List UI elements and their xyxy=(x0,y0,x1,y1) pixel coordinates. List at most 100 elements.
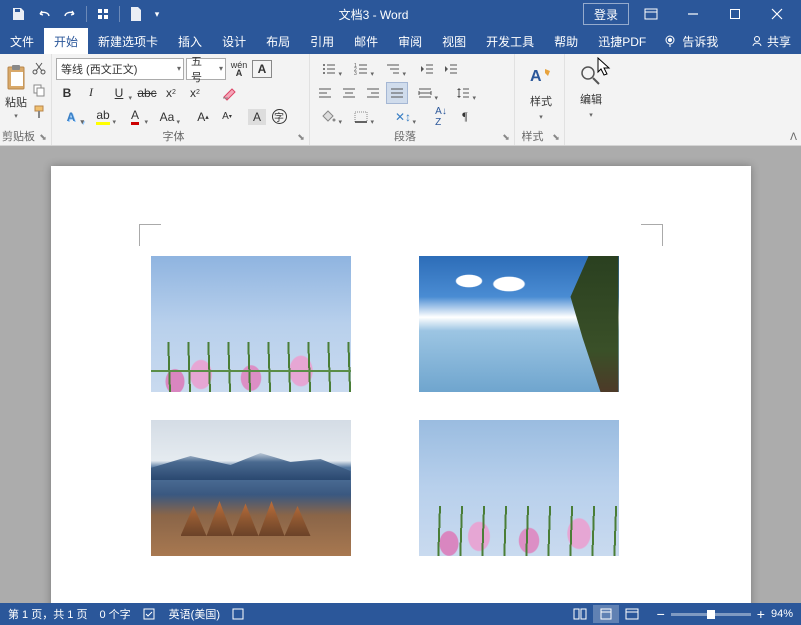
styles-launcher[interactable]: ⬊ xyxy=(550,131,562,143)
paragraph-launcher[interactable]: ⬊ xyxy=(500,131,512,143)
font-name-combo[interactable]: 等线 (西文正文) xyxy=(56,58,184,80)
tab-developer[interactable]: 开发工具 xyxy=(476,28,544,54)
print-layout-button[interactable] xyxy=(593,605,619,623)
italic-button[interactable]: I xyxy=(80,82,102,104)
qat-customize-button[interactable]: ▾ xyxy=(150,2,164,26)
align-left-button[interactable] xyxy=(314,82,336,104)
inserted-image[interactable] xyxy=(151,420,351,556)
tell-me-search[interactable]: 告诉我 xyxy=(656,28,726,54)
spellcheck-icon[interactable] xyxy=(143,607,157,621)
paste-button[interactable]: 粘贴 ▾ xyxy=(4,57,28,127)
login-button[interactable]: 登录 xyxy=(583,3,629,25)
phonetic-guide-button[interactable]: wénA xyxy=(228,58,250,80)
justify-button[interactable] xyxy=(386,82,408,104)
group-paragraph: 123 ✕↕ A↓Z ¶ 段落 ⬊ xyxy=(310,54,515,145)
shading-button[interactable] xyxy=(314,106,344,128)
read-mode-button[interactable] xyxy=(567,605,593,623)
maximize-button[interactable] xyxy=(715,0,755,28)
tab-references[interactable]: 引用 xyxy=(300,28,344,54)
ribbon: 粘贴 ▾ 剪贴板 ⬊ 等线 (西文正文) 五号 wénA A B I U abc… xyxy=(0,54,801,146)
tab-design[interactable]: 设计 xyxy=(212,28,256,54)
show-marks-button[interactable]: ¶ xyxy=(454,106,476,128)
title-bar: ▾ 文档3 - Word 登录 xyxy=(0,0,801,28)
tab-help[interactable]: 帮助 xyxy=(544,28,588,54)
inserted-image[interactable] xyxy=(419,256,619,392)
grow-font-button[interactable]: A▴ xyxy=(192,106,214,128)
word-count[interactable]: 0 个字 xyxy=(99,606,130,622)
subscript-button[interactable]: x2 xyxy=(160,82,182,104)
zoom-out-button[interactable]: − xyxy=(657,606,665,622)
enclose-char-button[interactable]: 字 xyxy=(268,106,290,128)
clipboard-icon xyxy=(4,64,28,92)
font-size-combo[interactable]: 五号 xyxy=(186,58,226,80)
page-count[interactable]: 第 1 页，共 1 页 xyxy=(8,606,87,622)
format-painter-button[interactable] xyxy=(28,101,50,123)
tab-layout[interactable]: 布局 xyxy=(256,28,300,54)
increase-indent-button[interactable] xyxy=(440,58,462,80)
close-button[interactable] xyxy=(757,0,797,28)
tab-newtab[interactable]: 新建选项卡 xyxy=(88,28,168,54)
zoom-level[interactable]: 94% xyxy=(771,608,793,620)
asian-layout-button[interactable]: ✕↕ xyxy=(388,106,418,128)
underline-button[interactable]: U xyxy=(104,82,134,104)
zoom-controls: − + 94% xyxy=(657,606,793,622)
find-icon xyxy=(580,65,602,87)
sort-button[interactable]: A↓Z xyxy=(430,106,452,128)
numbering-button[interactable]: 123 xyxy=(346,58,376,80)
char-shading-button[interactable]: A xyxy=(248,109,266,125)
shrink-font-button[interactable]: A▾ xyxy=(216,106,238,128)
tab-pdf[interactable]: 迅捷PDF xyxy=(588,28,656,54)
font-color-button[interactable]: A xyxy=(120,106,150,128)
language-status[interactable]: 英语(美国) xyxy=(169,606,220,622)
page[interactable] xyxy=(51,166,751,603)
multilevel-list-button[interactable] xyxy=(378,58,408,80)
group-editing: 编辑 ▾ xyxy=(565,54,617,145)
touch-mode-button[interactable] xyxy=(91,2,115,26)
margin-corner xyxy=(641,224,663,246)
share-button[interactable]: 共享 xyxy=(741,28,801,54)
inserted-image[interactable] xyxy=(419,420,619,556)
svg-text:3: 3 xyxy=(354,71,357,75)
inserted-image[interactable] xyxy=(151,256,351,392)
macro-icon[interactable] xyxy=(232,608,244,620)
save-button[interactable] xyxy=(6,2,30,26)
tab-review[interactable]: 审阅 xyxy=(388,28,432,54)
copy-button[interactable] xyxy=(28,79,50,101)
zoom-in-button[interactable]: + xyxy=(757,606,765,622)
highlight-button[interactable]: ab xyxy=(88,106,118,128)
character-border-button[interactable]: A xyxy=(252,60,272,78)
tab-mailings[interactable]: 邮件 xyxy=(344,28,388,54)
superscript-button[interactable]: x2 xyxy=(184,82,206,104)
bullets-button[interactable] xyxy=(314,58,344,80)
document-area[interactable] xyxy=(0,146,801,603)
editing-button[interactable]: 编辑 ▾ xyxy=(569,57,613,127)
ribbon-display-button[interactable] xyxy=(631,0,671,28)
distributed-button[interactable] xyxy=(410,82,440,104)
tab-home[interactable]: 开始 xyxy=(44,28,88,54)
change-case-button[interactable]: Aa xyxy=(152,106,182,128)
minimize-button[interactable] xyxy=(673,0,713,28)
align-center-button[interactable] xyxy=(338,82,360,104)
collapse-ribbon-button[interactable]: ᐱ xyxy=(790,132,797,143)
redo-button[interactable] xyxy=(58,2,82,26)
clipboard-launcher[interactable]: ⬊ xyxy=(37,131,49,143)
tab-view[interactable]: 视图 xyxy=(432,28,476,54)
clear-formatting-button[interactable] xyxy=(218,82,240,104)
group-font: 等线 (西文正文) 五号 wénA A B I U abc x2 x2 A ab… xyxy=(52,54,310,145)
borders-button[interactable] xyxy=(346,106,376,128)
bold-button[interactable]: B xyxy=(56,82,78,104)
line-spacing-button[interactable] xyxy=(448,82,478,104)
styles-button[interactable]: A 样式 ▾ xyxy=(519,57,563,127)
align-right-button[interactable] xyxy=(362,82,384,104)
tab-file[interactable]: 文件 xyxy=(0,28,44,54)
text-effects-button[interactable]: A xyxy=(56,106,86,128)
web-layout-button[interactable] xyxy=(619,605,645,623)
decrease-indent-button[interactable] xyxy=(416,58,438,80)
font-launcher[interactable]: ⬊ xyxy=(295,131,307,143)
strikethrough-button[interactable]: abc xyxy=(136,82,158,104)
undo-button[interactable] xyxy=(32,2,56,26)
tab-insert[interactable]: 插入 xyxy=(168,28,212,54)
new-doc-button[interactable] xyxy=(124,2,148,26)
cut-button[interactable] xyxy=(28,57,50,79)
zoom-slider[interactable] xyxy=(671,613,751,616)
